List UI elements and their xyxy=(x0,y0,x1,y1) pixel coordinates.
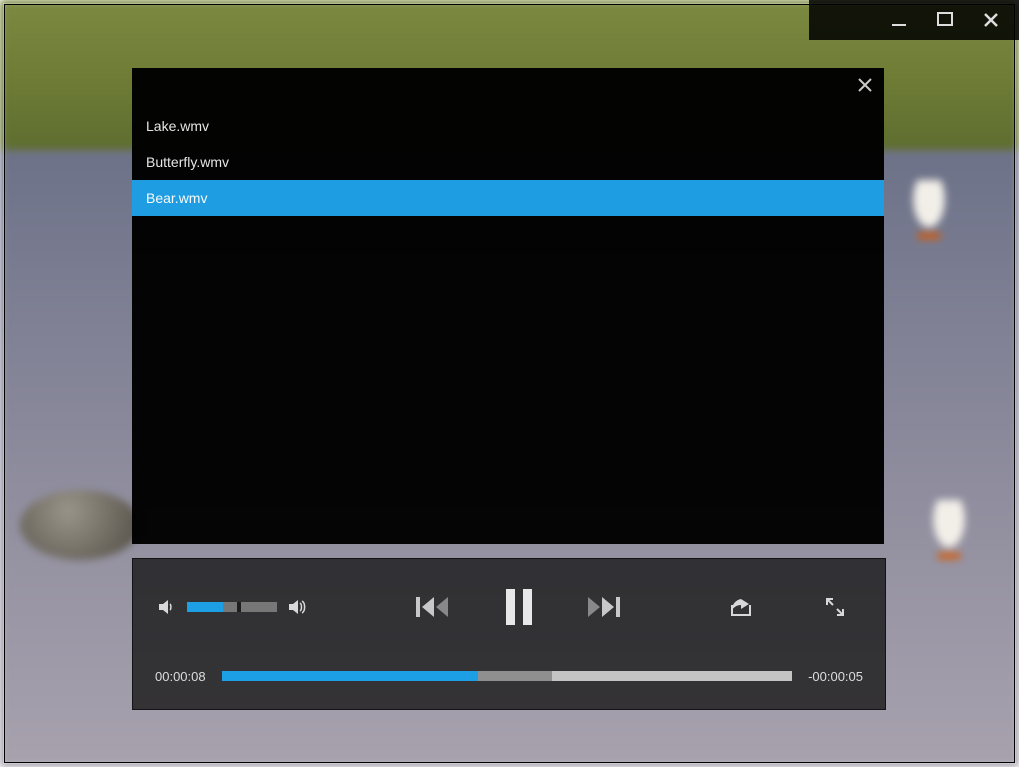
mute-button[interactable] xyxy=(157,597,177,617)
share-icon xyxy=(729,596,755,618)
skip-previous-icon xyxy=(414,593,454,621)
playlist-items: Lake.wmv Butterfly.wmv Bear.wmv xyxy=(132,108,884,216)
share-button[interactable] xyxy=(729,596,755,618)
playlist-panel: Lake.wmv Butterfly.wmv Bear.wmv xyxy=(132,68,884,544)
player-controls: 00:00:08 -00:00:05 xyxy=(132,558,886,710)
fullscreen-button[interactable] xyxy=(825,597,845,617)
playlist-item[interactable]: Lake.wmv xyxy=(132,108,884,144)
fullscreen-icon xyxy=(825,597,845,617)
minimize-button[interactable] xyxy=(891,12,907,28)
playlist-close-button[interactable] xyxy=(858,76,872,97)
remaining-time: -00:00:05 xyxy=(808,669,863,684)
maximize-icon xyxy=(937,12,953,28)
elapsed-time: 00:00:08 xyxy=(155,669,206,684)
close-icon xyxy=(983,12,999,28)
previous-button[interactable] xyxy=(414,593,454,621)
window-titlebar xyxy=(809,0,1019,40)
next-button[interactable] xyxy=(584,593,624,621)
skip-next-icon xyxy=(584,593,624,621)
speaker-low-icon xyxy=(157,597,177,617)
minimize-icon xyxy=(891,12,907,28)
seek-bar[interactable] xyxy=(222,671,792,681)
playlist-item[interactable]: Butterfly.wmv xyxy=(132,144,884,180)
close-icon xyxy=(858,78,872,92)
volume-group xyxy=(157,597,309,617)
play-pause-button[interactable] xyxy=(502,587,536,627)
playlist-item[interactable]: Bear.wmv xyxy=(132,180,884,216)
volume-slider[interactable] xyxy=(187,602,277,612)
maximize-button[interactable] xyxy=(937,12,953,28)
window-close-button[interactable] xyxy=(983,12,999,28)
speaker-high-icon xyxy=(287,597,309,617)
volume-max-button[interactable] xyxy=(287,597,309,617)
pause-icon xyxy=(502,587,536,627)
